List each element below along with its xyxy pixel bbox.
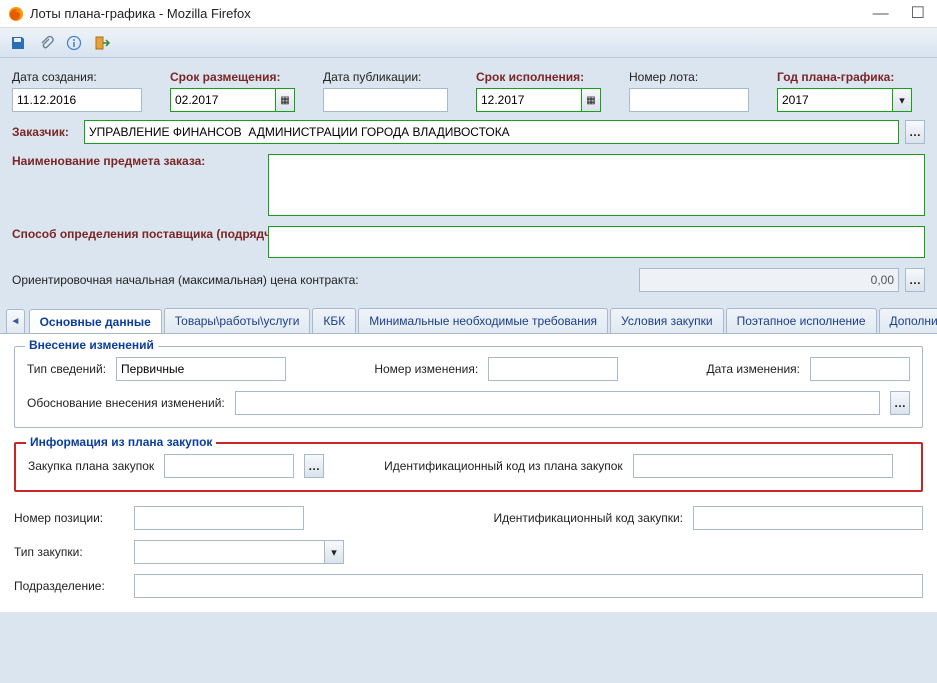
calendar-icon: ▦ [280,95,289,106]
customer-lookup-button[interactable]: … [905,120,925,144]
calendar-icon: ▦ [586,95,595,106]
plan-purchase-lookup-button[interactable]: … [304,454,324,478]
change-number-label: Номер изменения: [374,362,478,376]
tab-3[interactable]: Минимальные необходимые требования [358,308,608,333]
publish-date-input[interactable] [323,88,448,112]
subject-textarea[interactable] [268,154,925,216]
supplier-method-input[interactable] [268,226,925,258]
placement-term-label: Срок размещения: [170,70,305,84]
exec-term-picker-button[interactable]: ▦ [581,88,601,112]
position-number-input[interactable] [134,506,304,530]
tab-6[interactable]: Дополнительные да [879,308,937,333]
price-input [639,268,899,292]
attach-button[interactable] [36,33,56,53]
changes-legend: Внесение изменений [25,338,158,352]
paperclip-icon [38,35,54,51]
window-minimize-button[interactable]: — [873,6,889,22]
lot-number-input[interactable] [629,88,749,112]
window-title: Лоты плана-графика - Mozilla Firefox [30,6,251,21]
change-reason-lookup-button[interactable]: … [890,391,910,415]
plan-purchase-label: Закупка плана закупок [28,459,154,473]
lot-number-label: Номер лота: [629,70,759,84]
save-button[interactable] [8,33,28,53]
publish-date-label: Дата публикации: [323,70,458,84]
division-input[interactable] [134,574,923,598]
firefox-icon [8,6,24,22]
tab-1[interactable]: Товары\работы\услуги [164,308,311,333]
tab-2[interactable]: КБК [312,308,356,333]
tab-0[interactable]: Основные данные [29,309,162,333]
exec-term-input[interactable] [476,88,581,112]
price-lookup-button[interactable]: … [905,268,925,292]
app-toolbar [0,28,937,58]
tabs-strip: ◄ Основные данныеТовары\работы\услугиКБК… [0,308,937,334]
change-date-input[interactable] [810,357,910,381]
info-button[interactable] [64,33,84,53]
window-maximize-button[interactable]: ☐ [911,6,925,22]
plan-info-fieldset: Информация из плана закупок Закупка план… [14,442,923,492]
change-type-label: Тип сведений: [27,362,106,376]
chevron-down-icon: ▾ [331,546,337,559]
purchase-type-select[interactable] [134,540,324,564]
info-icon [66,35,82,51]
division-label: Подразделение: [14,579,124,593]
changes-fieldset: Внесение изменений Тип сведений: Номер и… [14,346,923,428]
change-reason-input[interactable] [235,391,880,415]
save-icon [10,35,26,51]
exit-icon [94,35,110,51]
placement-term-input[interactable] [170,88,275,112]
chevron-down-icon: ▾ [899,94,905,107]
change-reason-label: Обоснование внесения изменений: [27,396,225,410]
plan-info-legend: Информация из плана закупок [26,435,216,449]
plan-purchase-input[interactable] [164,454,294,478]
purchase-idcode-input[interactable] [693,506,923,530]
change-number-input[interactable] [488,357,618,381]
change-date-label: Дата изменения: [707,362,801,376]
supplier-method-label: Способ определения поставщика (подрядчик… [12,226,262,242]
plan-year-label: Год плана-графика: [777,70,922,84]
plan-year-select[interactable] [777,88,892,112]
create-date-input[interactable] [12,88,142,112]
purchase-idcode-label: Идентификационный код закупки: [493,511,683,525]
tab-scroll-left-button[interactable]: ◄ [6,309,25,333]
tab-4[interactable]: Условия закупки [610,308,724,333]
exit-button[interactable] [92,33,112,53]
customer-input[interactable] [84,120,899,144]
create-date-label: Дата создания: [12,70,152,84]
placement-term-picker-button[interactable]: ▦ [275,88,295,112]
plan-idcode-input[interactable] [633,454,893,478]
position-number-label: Номер позиции: [14,511,124,525]
price-label: Ориентировочная начальная (максимальная)… [12,273,359,287]
tab-5[interactable]: Поэтапное исполнение [726,308,877,333]
exec-term-label: Срок исполнения: [476,70,611,84]
change-type-input[interactable] [116,357,286,381]
purchase-type-dropdown-button[interactable]: ▾ [324,540,344,564]
customer-label: Заказчик: [12,125,78,139]
purchase-type-label: Тип закупки: [14,545,124,559]
tab-panel-main: Внесение изменений Тип сведений: Номер и… [0,334,937,612]
plan-idcode-label: Идентификационный код из плана закупок [384,459,623,473]
plan-year-dropdown-button[interactable]: ▾ [892,88,912,112]
window-titlebar: Лоты плана-графика - Mozilla Firefox — ☐ [0,0,937,28]
subject-label: Наименование предмета заказа: [12,154,262,168]
